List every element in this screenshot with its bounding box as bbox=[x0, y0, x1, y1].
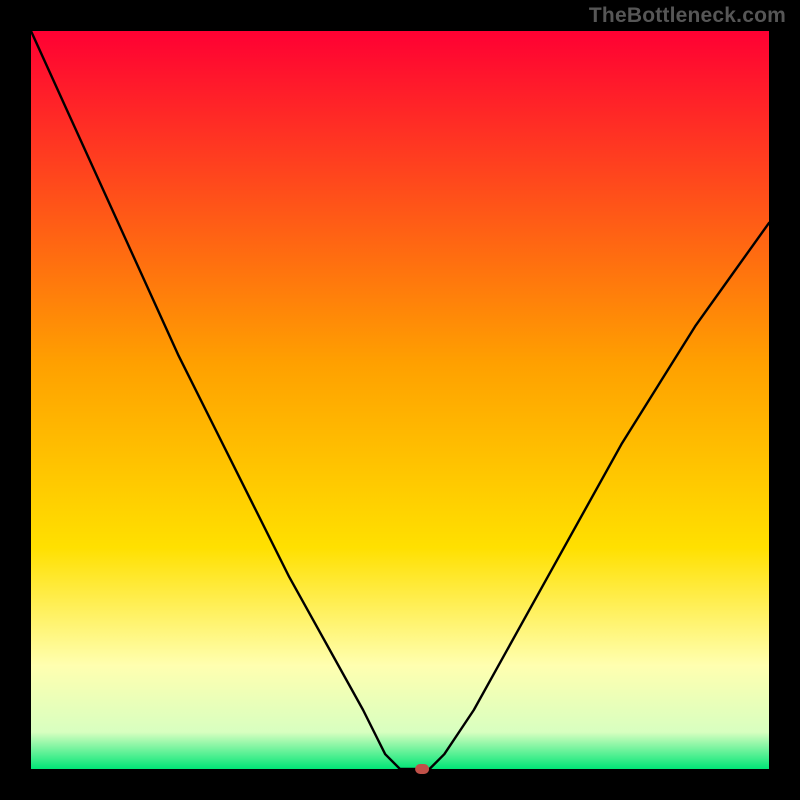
watermark-text: TheBottleneck.com bbox=[589, 4, 786, 28]
bottleneck-chart bbox=[0, 0, 800, 800]
optimal-marker bbox=[415, 764, 429, 774]
plot-area bbox=[31, 31, 769, 769]
chart-frame: TheBottleneck.com bbox=[0, 0, 800, 800]
